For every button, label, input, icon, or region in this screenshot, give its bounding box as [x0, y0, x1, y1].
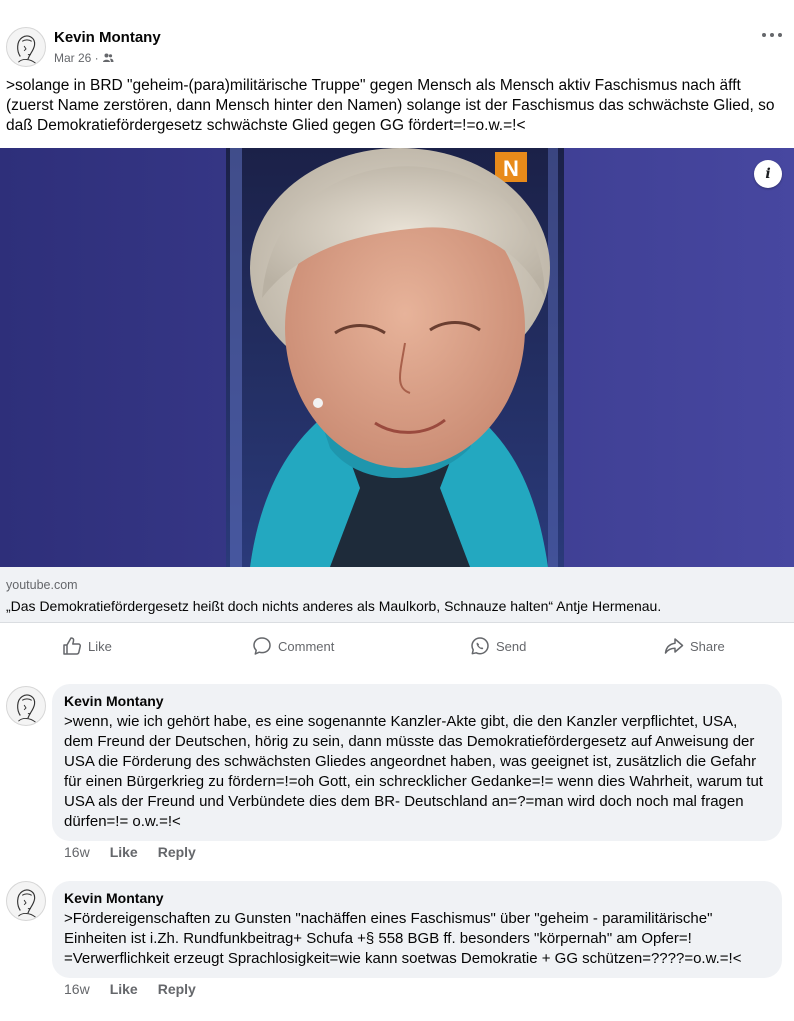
- comment-like-button[interactable]: Like: [110, 844, 138, 860]
- video-thumbnail[interactable]: N i: [0, 148, 794, 567]
- post-body-text: >solange in BRD "geheim-(para)militärisc…: [6, 77, 775, 134]
- post-date[interactable]: Mar 26 ·: [54, 51, 99, 65]
- comment-meta: 16w Like Reply: [64, 981, 196, 997]
- comment-bubble: Kevin Montany >Fördereigenschaften zu Gu…: [52, 881, 782, 978]
- friends-icon: [102, 53, 114, 62]
- share-arrow-icon: [664, 638, 684, 654]
- comment-author[interactable]: Kevin Montany: [64, 692, 770, 710]
- send-label: Send: [496, 638, 527, 654]
- info-button[interactable]: i: [754, 160, 782, 188]
- comment-bubble: Kevin Montany >wenn, wie ich gehört habe…: [52, 684, 782, 841]
- author-avatar[interactable]: [6, 27, 46, 67]
- info-icon: i: [765, 166, 771, 182]
- post-author-name[interactable]: Kevin Montany: [54, 29, 161, 46]
- link-domain: youtube.com: [6, 578, 78, 592]
- comment-button[interactable]: Comment: [252, 636, 334, 656]
- like-button[interactable]: Like: [62, 636, 112, 656]
- comment-like-button[interactable]: Like: [110, 981, 138, 997]
- link-preview[interactable]: youtube.com „Das Demokratiefördergesetz …: [0, 567, 794, 623]
- whatsapp-icon: [471, 637, 489, 655]
- more-horizontal-icon: [762, 33, 782, 37]
- share-button[interactable]: Share: [664, 636, 725, 656]
- send-button[interactable]: Send: [470, 636, 526, 656]
- comment-meta: 16w Like Reply: [64, 844, 196, 860]
- channel-badge-letter: N: [503, 156, 519, 181]
- comment-label: Comment: [278, 638, 335, 654]
- post-action-bar: Like Comment Send Share: [0, 624, 794, 670]
- sketch-portrait-icon: [17, 889, 36, 918]
- comment-timestamp[interactable]: 16w: [64, 981, 90, 997]
- video-frame-image: N: [0, 148, 794, 567]
- link-title: „Das Demokratiefördergesetz heißt doch n…: [6, 598, 662, 614]
- thumbs-up-icon: [63, 637, 82, 655]
- sketch-portrait-icon: [17, 35, 36, 64]
- share-label: Share: [690, 638, 725, 654]
- sketch-portrait-icon: [17, 694, 36, 723]
- comment-avatar[interactable]: [6, 881, 46, 921]
- comment-reply-button[interactable]: Reply: [158, 981, 196, 997]
- comment-author[interactable]: Kevin Montany: [64, 889, 770, 907]
- more-options-button[interactable]: [760, 26, 784, 44]
- like-label: Like: [88, 638, 112, 654]
- comment-timestamp[interactable]: 16w: [64, 844, 90, 860]
- comment-text: >Fördereigenschaften zu Gunsten "nachäff…: [64, 910, 742, 967]
- post-meta: Mar 26 ·: [54, 51, 114, 65]
- comment-reply-button[interactable]: Reply: [158, 844, 196, 860]
- comment-text: >wenn, wie ich gehört habe, es eine soge…: [64, 713, 763, 830]
- comment-bubble-icon: [253, 637, 271, 655]
- comment-avatar[interactable]: [6, 686, 46, 726]
